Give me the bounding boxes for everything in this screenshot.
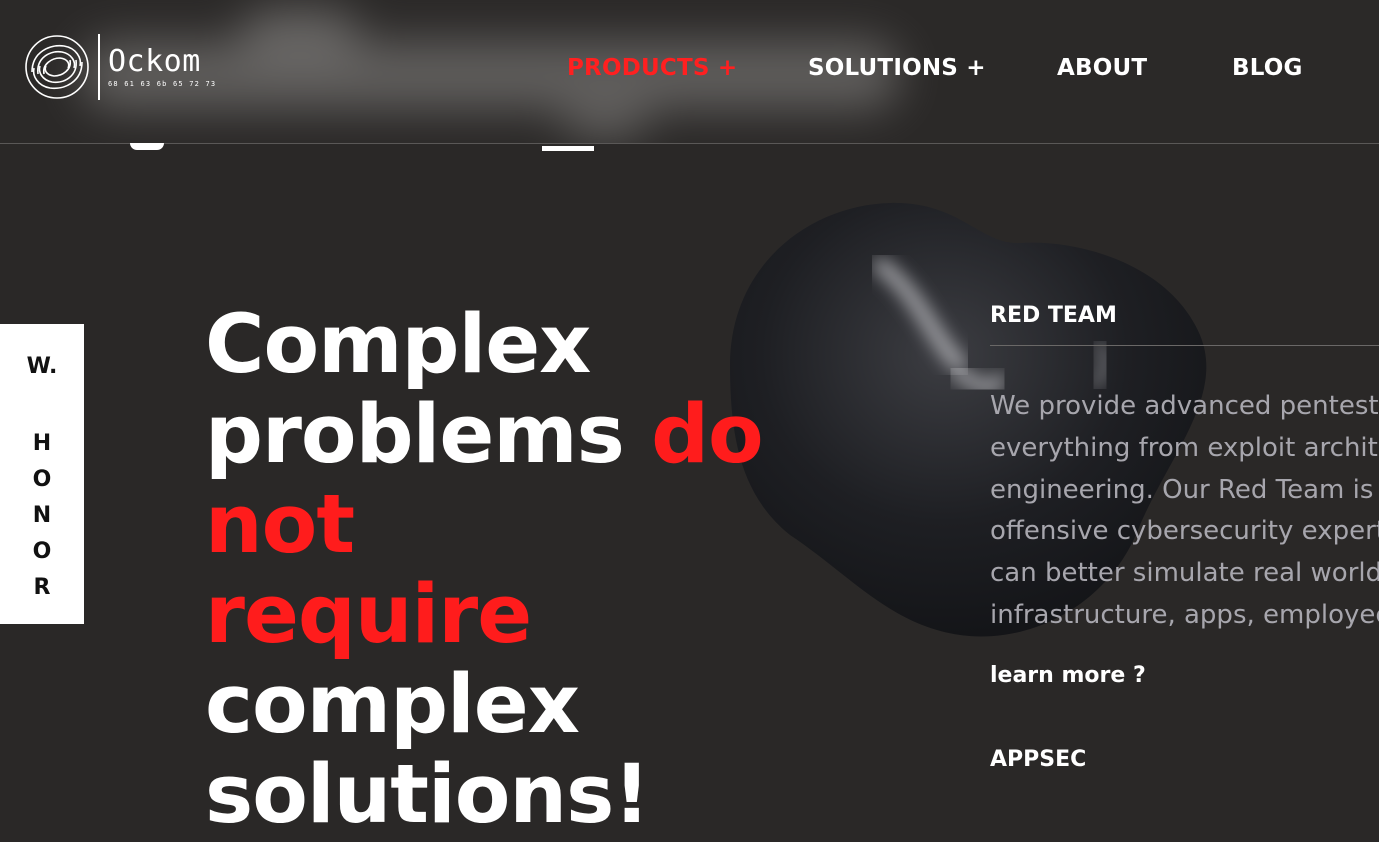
hero-line-3: require complex <box>205 570 925 750</box>
hero-line-2: problems do not <box>205 390 925 570</box>
logo-text: Ockom 68 61 63 6b 65 72 73 <box>108 44 217 89</box>
site-logo[interactable]: Ockom 68 61 63 6b 65 72 73 <box>24 34 216 100</box>
logo-divider <box>98 34 100 100</box>
side-tab-letter: R <box>33 575 51 600</box>
hero-headline: Complex problems do not require complex … <box>205 300 925 840</box>
side-tab-letters: H O N O R <box>0 426 84 606</box>
hero-line-3-white: complex <box>205 658 580 752</box>
hero-line-4: solutions! <box>205 748 650 842</box>
side-tab-letter: H <box>32 431 52 456</box>
hero-line-1: Complex <box>205 298 591 392</box>
red-team-line: offensive cybersecurity expert <box>990 516 1379 547</box>
side-tab-letter: N <box>32 503 52 528</box>
nav-about[interactable]: ABOUT <box>1057 55 1147 81</box>
brand-hex-tagline: 68 61 63 6b 65 72 73 <box>108 80 217 88</box>
hero-line-3-red: require <box>205 568 532 662</box>
honor-side-tab[interactable]: W. H O N O R <box>0 324 84 624</box>
red-team-title: RED TEAM <box>990 303 1117 328</box>
red-team-line: can better simulate real world <box>990 558 1379 589</box>
red-team-description: We provide advanced pentest everything f… <box>990 386 1379 637</box>
nav-blog[interactable]: BLOG <box>1232 55 1303 81</box>
scrolled-content-remnant <box>0 143 700 153</box>
side-tab-top-label: W. <box>26 354 58 379</box>
site-header: Ockom 68 61 63 6b 65 72 73 PRODUCTS + SO… <box>0 0 1379 144</box>
nav-solutions[interactable]: SOLUTIONS + <box>808 55 986 81</box>
red-team-divider <box>990 345 1379 346</box>
red-team-line: We provide advanced pentest <box>990 391 1379 421</box>
logo-icon <box>25 35 89 99</box>
red-team-line: infrastructure, apps, employee <box>990 599 1379 630</box>
nav-products[interactable]: PRODUCTS + <box>567 55 737 81</box>
hero-line-2-white: problems <box>205 388 652 482</box>
red-team-learn-more-link[interactable]: learn more ? <box>990 663 1146 688</box>
red-team-line: engineering. Our Red Team is <box>990 474 1374 505</box>
brand-name: Ockom <box>108 44 201 79</box>
side-tab-letter: O <box>32 467 52 492</box>
red-team-line: everything from exploit archit <box>990 432 1378 463</box>
appsec-title: APPSEC <box>990 747 1087 772</box>
side-tab-letter: O <box>32 539 52 564</box>
